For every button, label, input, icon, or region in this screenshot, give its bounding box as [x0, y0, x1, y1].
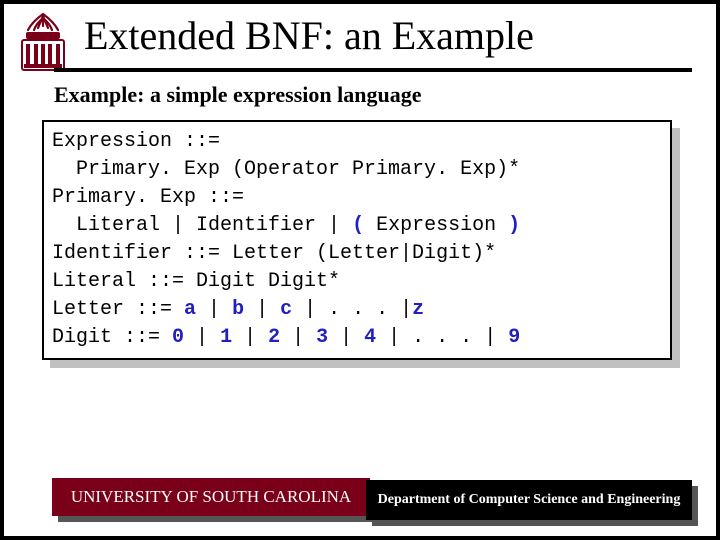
footer-department: Department of Computer Science and Engin… — [366, 480, 692, 520]
terminal: a — [184, 298, 196, 321]
terminal: 4 — [364, 326, 376, 349]
terminal: z — [412, 298, 424, 321]
slide-title: Extended BNF: an Example — [84, 12, 696, 59]
code-text: | — [196, 298, 232, 321]
terminal: c — [280, 298, 292, 321]
code-text: | — [244, 298, 280, 321]
code-text: Literal | Identifier | — [52, 214, 352, 237]
slide: Extended BNF: an Example Example: a simp… — [0, 0, 720, 540]
title-underline — [54, 68, 692, 72]
terminal: 3 — [316, 326, 328, 349]
footer-university: UNIVERSITY OF SOUTH CAROLINA — [52, 478, 370, 516]
code-line: Expression ::= — [52, 130, 220, 153]
code-text: | — [280, 326, 316, 349]
code-text: Letter ::= — [52, 298, 184, 321]
terminal: 1 — [220, 326, 232, 349]
code-text: | — [328, 326, 364, 349]
university-seal-icon — [12, 10, 74, 72]
terminal-lparen: ( — [352, 214, 364, 237]
terminal: 0 — [172, 326, 184, 349]
code-line: Primary. Exp ::= — [52, 186, 244, 209]
terminal: 9 — [508, 326, 520, 349]
code-text: | — [232, 326, 268, 349]
terminal: 2 — [268, 326, 280, 349]
terminal: b — [232, 298, 244, 321]
code-text: Expression — [364, 214, 508, 237]
code-line: Identifier ::= Letter (Letter|Digit)* — [52, 242, 496, 265]
code-text: | — [184, 326, 220, 349]
code-text: Digit ::= — [52, 326, 172, 349]
terminal-rparen: ) — [508, 214, 520, 237]
code-text: | . . . | — [376, 326, 508, 349]
grammar-codebox: Expression ::= Primary. Exp (Operator Pr… — [42, 120, 672, 360]
slide-subtitle: Example: a simple expression language — [54, 82, 422, 108]
code-line: Primary. Exp (Operator Primary. Exp)* — [52, 158, 520, 181]
code-text: | . . . | — [292, 298, 412, 321]
code-line: Literal ::= Digit Digit* — [52, 270, 340, 293]
